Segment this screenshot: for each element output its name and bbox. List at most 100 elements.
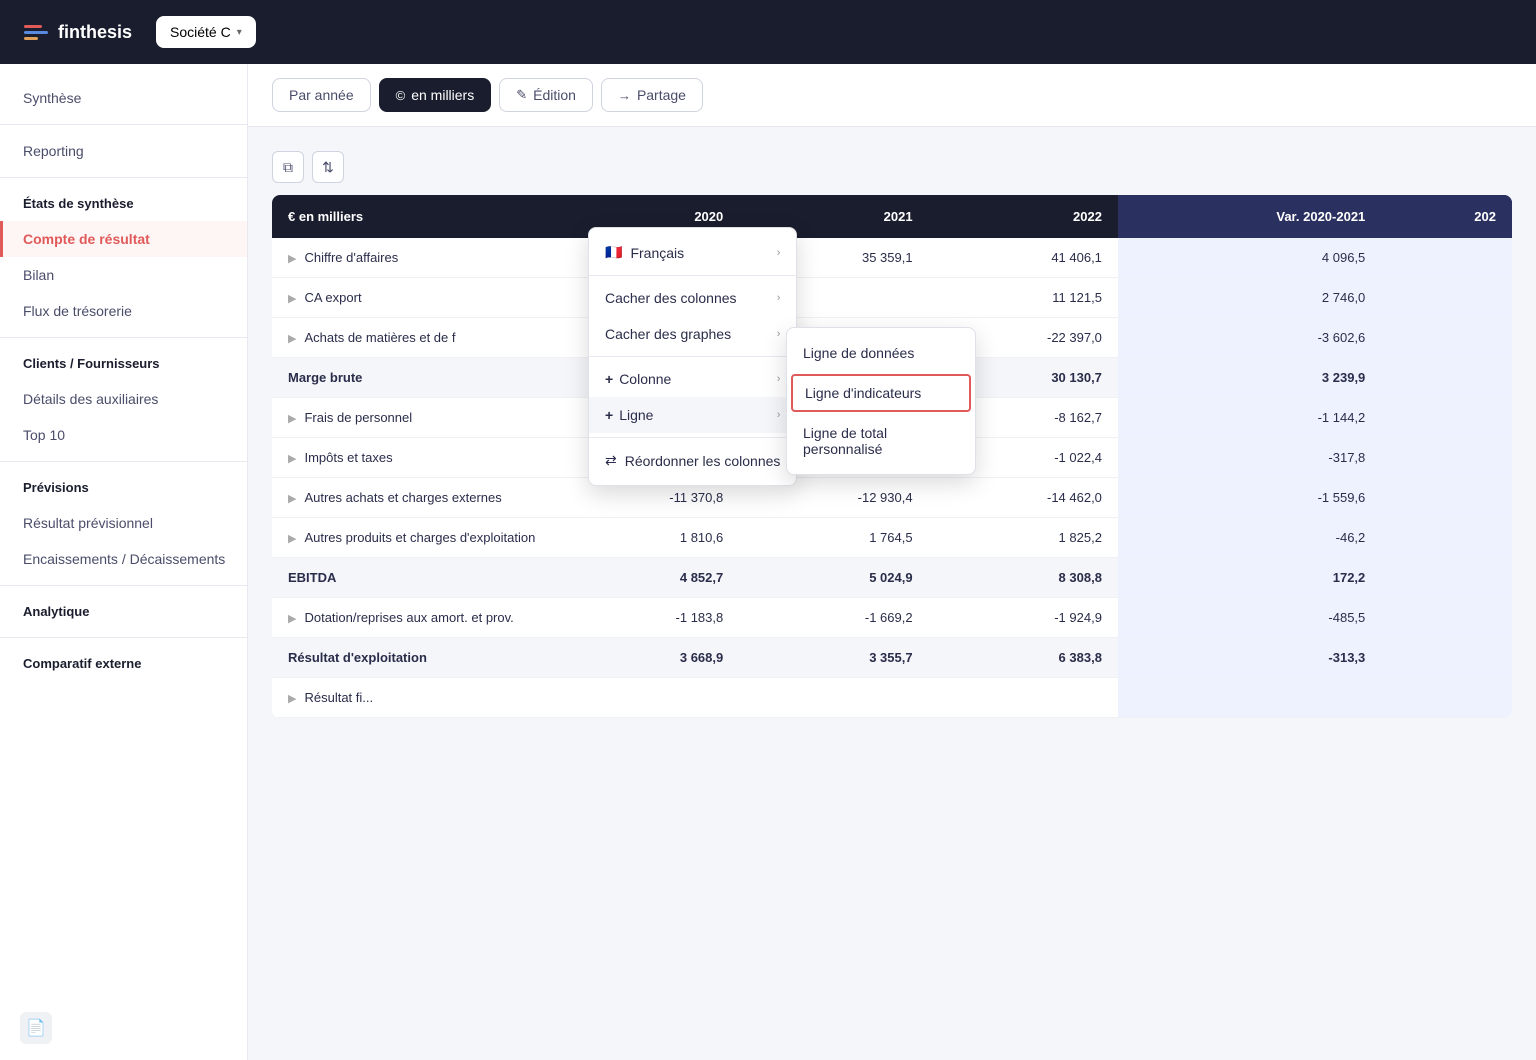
reorder-icon: ⇄: [605, 452, 617, 469]
table-row: ▶Chiffre d'affaires 31 262,6 35 359,1 41…: [272, 238, 1512, 278]
cell-var: -1 559,6: [1118, 478, 1381, 518]
expand-icon[interactable]: ▶: [288, 453, 296, 465]
cell-2022: -1 924,9: [929, 598, 1118, 638]
sidebar-item-top10[interactable]: Top 10: [0, 417, 247, 453]
expand-icon[interactable]: ▶: [288, 533, 296, 545]
sidebar-item-flux[interactable]: Flux de trésorerie: [0, 293, 247, 329]
cell-var: -313,3: [1118, 638, 1381, 678]
sidebar-bottom-icon[interactable]: 📄: [20, 1012, 52, 1044]
sidebar-item-details-auxiliaires[interactable]: Détails des auxiliaires: [0, 381, 247, 417]
dropdown-item-cacher-graphes[interactable]: Cacher des graphes ›: [589, 316, 796, 352]
row-label: ▶Frais de personnel: [272, 398, 552, 438]
dropdown-item-ligne[interactable]: + Ligne ›: [589, 397, 796, 433]
sidebar-item-bilan[interactable]: Bilan: [0, 257, 247, 293]
chevron-right-icon: ›: [777, 373, 781, 385]
col-header-var2: 202: [1381, 195, 1512, 238]
cell-2022: 8 308,8: [929, 558, 1118, 598]
colonne-label: Colonne: [619, 371, 671, 387]
row-label: ▶Autres achats et charges externes: [272, 478, 552, 518]
expand-icon[interactable]: ▶: [288, 493, 296, 505]
submenu-item-total[interactable]: Ligne de total personnalisé: [787, 414, 975, 468]
company-selector[interactable]: Société C ▾: [156, 16, 256, 48]
row-label: ▶Impôts et taxes: [272, 438, 552, 478]
cell-2020: 1 810,6: [552, 518, 739, 558]
cell-var: -3 602,6: [1118, 318, 1381, 358]
row-label: ▶Achats de matières et de f: [272, 318, 552, 358]
cell-2022: 6 383,8: [929, 638, 1118, 678]
expand-icon[interactable]: ▶: [288, 613, 296, 625]
ligne-total-label: Ligne de total personnalisé: [803, 425, 959, 457]
download-icon[interactable]: 📄: [20, 1012, 52, 1044]
expand-icon[interactable]: ▶: [288, 253, 296, 265]
cell-var2: [1381, 398, 1512, 438]
chevron-down-icon: ▾: [237, 27, 242, 38]
cell-var2: [1381, 638, 1512, 678]
submenu-item-indicateurs[interactable]: Ligne d'indicateurs: [791, 374, 971, 412]
table-row-bold: Résultat d'exploitation 3 668,9 3 355,7 …: [272, 638, 1512, 678]
sidebar-item-resultat-previsionnel[interactable]: Résultat prévisionnel: [0, 505, 247, 541]
chevron-right-icon: ›: [777, 247, 781, 259]
cell-2021: -1 669,2: [739, 598, 928, 638]
main-content: Par année © en milliers ✎ Édition → Part…: [248, 64, 1536, 1060]
expand-icon[interactable]: ▶: [288, 293, 296, 305]
dropdown-main-menu: 🇫🇷 Français › Cacher des colonnes › Cach…: [588, 227, 797, 486]
edition-icon: ✎: [516, 87, 527, 103]
cell-2022: 1 825,2: [929, 518, 1118, 558]
dropdown-item-francais[interactable]: 🇫🇷 Français ›: [589, 234, 796, 271]
divider: [0, 461, 247, 462]
flag-icon: 🇫🇷: [605, 244, 622, 261]
en-milliers-button[interactable]: © en milliers: [379, 78, 492, 112]
cell-2020: -1 183,8: [552, 598, 739, 638]
dropdown-item-reordonner[interactable]: ⇄ Réordonner les colonnes: [589, 442, 796, 479]
cell-var2: [1381, 318, 1512, 358]
table-controls: ⧉ ⇅: [272, 151, 1512, 183]
submenu-item-donnees[interactable]: Ligne de données: [787, 334, 975, 372]
cell-2020: 4 852,7: [552, 558, 739, 598]
expand-icon[interactable]: ▶: [288, 413, 296, 425]
sort-button[interactable]: ⇅: [312, 151, 344, 183]
edition-button[interactable]: ✎ Édition: [499, 78, 593, 112]
separator: [589, 437, 796, 438]
top-navigation: finthesis Société C ▾: [0, 0, 1536, 64]
dropdown-item-cacher-colonnes[interactable]: Cacher des colonnes ›: [589, 280, 796, 316]
sidebar-item-compte-resultat[interactable]: Compte de résultat: [0, 221, 247, 257]
sidebar-section-comparatif: Comparatif externe: [0, 646, 247, 681]
copy-button[interactable]: ⧉: [272, 151, 304, 183]
cell-2022: 11 121,5: [929, 278, 1118, 318]
cell-var: -317,8: [1118, 438, 1381, 478]
cell-var2: [1381, 238, 1512, 278]
logo: finthesis: [24, 22, 132, 43]
table-row-bold: EBITDA 4 852,7 5 024,9 8 308,8 172,2: [272, 558, 1512, 598]
cell-var: 172,2: [1118, 558, 1381, 598]
sidebar: Synthèse Reporting États de synthèse Com…: [0, 64, 248, 1060]
dropdown-item-colonne[interactable]: + Colonne ›: [589, 361, 796, 397]
milliers-icon: ©: [396, 88, 406, 103]
cell-var: 3 239,9: [1118, 358, 1381, 398]
table-row: ▶Autres produits et charges d'exploitati…: [272, 518, 1512, 558]
cell-2021: 5 024,9: [739, 558, 928, 598]
table-row: ▶CA export 11 121,5 2 746,0: [272, 278, 1512, 318]
expand-icon[interactable]: ▶: [288, 333, 296, 345]
app-name: finthesis: [58, 22, 132, 43]
row-label: ▶Chiffre d'affaires: [272, 238, 552, 278]
sidebar-item-synthese[interactable]: Synthèse: [0, 80, 247, 116]
cell-var: -46,2: [1118, 518, 1381, 558]
edition-dropdown: 🇫🇷 Français › Cacher des colonnes › Cach…: [588, 227, 797, 486]
ligne-donnees-label: Ligne de données: [803, 345, 914, 361]
ligne-indicateurs-label: Ligne d'indicateurs: [805, 385, 921, 401]
cacher-graphes-label: Cacher des graphes: [605, 326, 731, 342]
par-annee-button[interactable]: Par année: [272, 78, 371, 112]
sidebar-section-analytique: Analytique: [0, 594, 247, 629]
sidebar-item-reporting[interactable]: Reporting: [0, 133, 247, 169]
table-row: ▶Autres achats et charges externes -11 3…: [272, 478, 1512, 518]
partage-label: Partage: [637, 87, 686, 103]
row-label: Marge brute: [272, 358, 552, 398]
chevron-right-icon: ›: [777, 292, 781, 304]
partage-button[interactable]: → Partage: [601, 78, 703, 112]
sidebar-item-encaissements[interactable]: Encaissements / Décaissements: [0, 541, 247, 577]
row-label: ▶CA export: [272, 278, 552, 318]
company-name: Société C: [170, 24, 231, 40]
row-label: ▶Dotation/reprises aux amort. et prov.: [272, 598, 552, 638]
expand-icon[interactable]: ▶: [288, 693, 296, 705]
separator: [589, 275, 796, 276]
